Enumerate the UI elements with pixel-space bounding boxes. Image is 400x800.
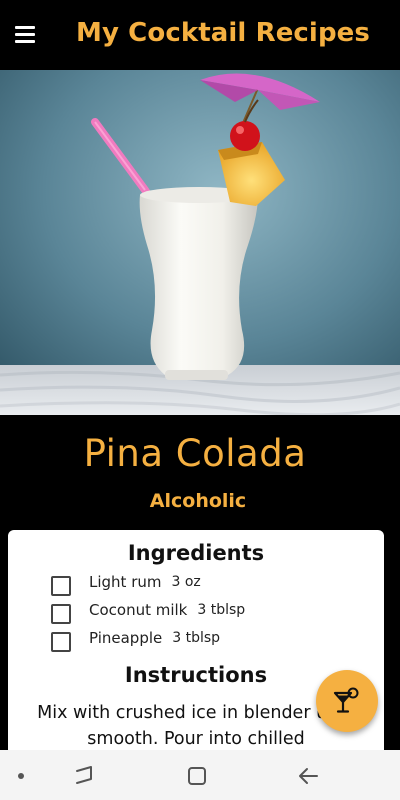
ingredient-row: Light rum 3 oz: [51, 568, 245, 596]
ingredient-measure: 3 tblsp: [197, 602, 246, 618]
back-icon[interactable]: [297, 765, 321, 791]
drink-name: Pina Colada: [83, 432, 307, 475]
ingredient-checkbox[interactable]: [51, 576, 71, 596]
ingredient-name: Light rum: [89, 573, 162, 591]
recipe-card: Ingredients Light rum 3 oz Coconut milk …: [8, 530, 384, 770]
system-nav-bar: [0, 750, 400, 800]
ingredient-name: Coconut milk: [89, 601, 188, 619]
cocktail-glass-icon: [333, 687, 359, 713]
dot-icon: [18, 773, 24, 779]
ingredients-heading: Ingredients: [127, 541, 265, 565]
ingredient-row: Pineapple 3 tblsp: [51, 624, 245, 652]
ingredient-row: Coconut milk 3 tblsp: [51, 596, 245, 624]
cocktail-fab-button[interactable]: [316, 670, 378, 732]
home-icon[interactable]: [186, 765, 208, 791]
ingredient-checkbox[interactable]: [51, 632, 71, 652]
ingredient-measure: 3 oz: [171, 574, 201, 590]
drink-image: [0, 70, 400, 415]
hamburger-menu-icon[interactable]: [12, 26, 38, 46]
ingredient-checkbox[interactable]: [51, 604, 71, 624]
recent-apps-icon[interactable]: [73, 765, 97, 791]
app-bar: My Cocktail Recipes: [0, 0, 400, 70]
ingredient-measure: 3 tblsp: [172, 630, 221, 646]
ingredients-list: Light rum 3 oz Coconut milk 3 tblsp Pine…: [51, 568, 245, 652]
drink-category: Alcoholic: [149, 490, 247, 512]
app-title: My Cocktail Recipes: [76, 18, 370, 48]
ingredient-name: Pineapple: [89, 629, 163, 647]
